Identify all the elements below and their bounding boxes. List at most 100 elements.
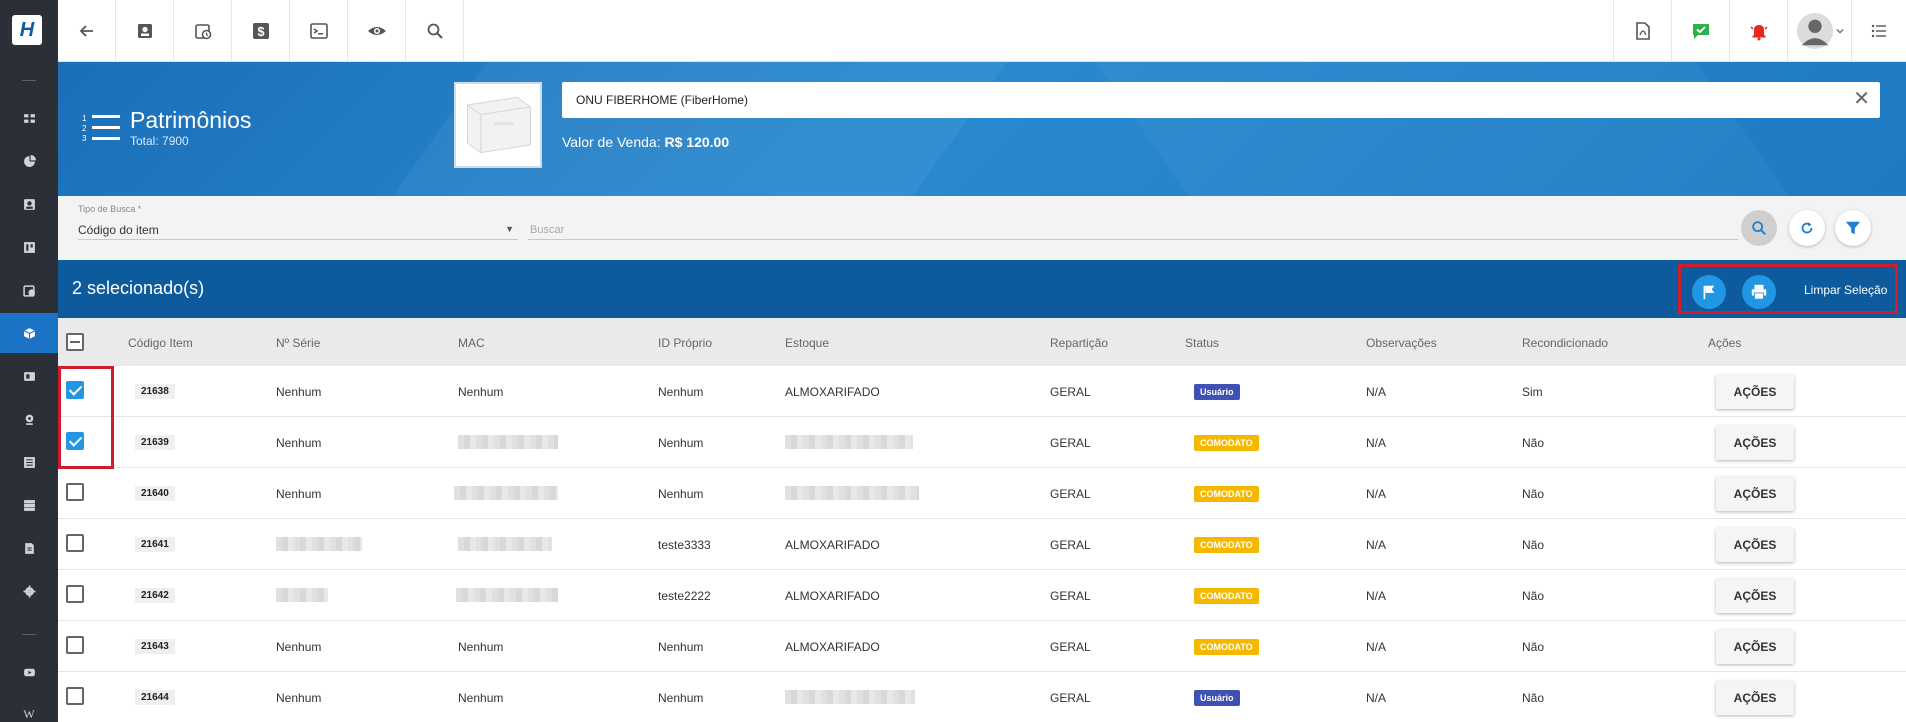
search-submit-button[interactable] — [1741, 210, 1777, 246]
contacts-button[interactable] — [116, 0, 174, 62]
product-name: ONU FIBERHOME (FiberHome) — [576, 93, 749, 107]
sidebar-item-wiki[interactable]: W — [0, 694, 58, 722]
clear-selection-button[interactable]: Limpar Seleção — [1804, 283, 1887, 297]
reconditioned: Não — [1522, 640, 1545, 654]
row-checkbox[interactable] — [66, 432, 84, 450]
search-button[interactable] — [406, 0, 464, 62]
sidebar-item-cards[interactable] — [0, 356, 58, 396]
column-header[interactable]: Código Item — [128, 336, 193, 350]
table-row[interactable]: 21642 teste2222 ALMOXARIFADO GERAL COMOD… — [58, 570, 1906, 621]
own-id: Nenhum — [658, 691, 704, 705]
sidebar-item-videos[interactable] — [0, 652, 58, 692]
column-header[interactable]: ID Próprio — [658, 336, 712, 350]
refresh-button[interactable] — [1789, 210, 1825, 246]
row-checkbox[interactable] — [66, 534, 84, 552]
search-type-select[interactable]: Código do item ▼ — [78, 218, 518, 240]
row-checkbox[interactable] — [66, 381, 84, 399]
actions-button[interactable]: AÇÕES — [1716, 426, 1794, 460]
mac-address: Nenhum — [458, 385, 504, 399]
reconditioned: Sim — [1522, 385, 1543, 399]
print-button[interactable] — [1742, 275, 1776, 309]
actions-button[interactable]: AÇÕES — [1716, 528, 1794, 562]
status-badge: Usuário — [1194, 384, 1240, 400]
column-header[interactable]: Status — [1185, 336, 1219, 350]
row-checkbox[interactable] — [66, 636, 84, 654]
select-all-checkbox[interactable] — [66, 333, 84, 351]
user-menu[interactable] — [1787, 0, 1851, 62]
sidebar: H W — [0, 0, 58, 722]
chevron-down-icon — [1835, 28, 1844, 34]
actions-button[interactable]: AÇÕES — [1716, 375, 1794, 409]
item-code: 21638 — [135, 384, 175, 399]
schedule-button[interactable] — [174, 0, 232, 62]
close-icon[interactable]: ✕ — [1853, 89, 1870, 109]
table-row[interactable]: 21638 Nenhum Nenhum Nenhum ALMOXARIFADO … — [58, 366, 1906, 417]
column-header[interactable]: Repartição — [1050, 336, 1108, 350]
filter-button[interactable] — [1835, 210, 1871, 246]
item-code: 21641 — [135, 537, 175, 552]
own-id: teste3333 — [658, 538, 711, 552]
column-header[interactable]: MAC — [458, 336, 485, 350]
actions-button[interactable]: AÇÕES — [1716, 681, 1794, 715]
messages-button[interactable] — [1671, 0, 1729, 62]
department: GERAL — [1050, 487, 1091, 501]
reconditioned: Não — [1522, 487, 1545, 501]
back-button[interactable] — [58, 0, 116, 62]
sidebar-item-board[interactable] — [0, 227, 58, 267]
actions-button[interactable]: AÇÕES — [1716, 477, 1794, 511]
status-badge: Usuário — [1194, 690, 1240, 706]
table-row[interactable]: 21641 teste3333 ALMOXARIFADO GERAL COMOD… — [58, 519, 1906, 570]
sidebar-divider — [22, 634, 36, 635]
row-checkbox[interactable] — [66, 483, 84, 501]
actions-button[interactable]: AÇÕES — [1716, 630, 1794, 664]
box-icon — [23, 327, 35, 339]
table-row[interactable]: 21640 Nenhum Nenhum GERAL COMODATO N/A N… — [58, 468, 1906, 519]
department: GERAL — [1050, 538, 1091, 552]
view-button[interactable] — [348, 0, 406, 62]
row-checkbox[interactable] — [66, 585, 84, 603]
menu-button[interactable] — [1851, 0, 1906, 62]
table-row[interactable]: 21639 Nenhum Nenhum GERAL COMODATO N/A N… — [58, 417, 1906, 468]
onu-device-image — [456, 84, 540, 166]
app-logo[interactable]: H — [12, 15, 42, 45]
table-row[interactable]: 21643 Nenhum Nenhum Nenhum ALMOXARIFADO … — [58, 621, 1906, 672]
status-badge: COMODATO — [1194, 639, 1259, 655]
flag-button[interactable] — [1692, 275, 1726, 309]
sidebar-item-locations[interactable] — [0, 399, 58, 439]
sidebar-item-schedule[interactable] — [0, 270, 58, 310]
table-row[interactable]: 21644 Nenhum Nenhum Nenhum GERAL Usuário… — [58, 672, 1906, 722]
sidebar-item-reports[interactable] — [0, 141, 58, 181]
sidebar-item-dashboard[interactable] — [0, 98, 58, 138]
redacted-serial — [276, 588, 328, 602]
server-icon — [23, 499, 35, 511]
pdf-icon — [1635, 22, 1650, 40]
row-checkbox[interactable] — [66, 687, 84, 705]
sidebar-item-documents[interactable] — [0, 528, 58, 568]
sidebar-item-contacts[interactable] — [0, 184, 58, 224]
sidebar-item-patrimonios[interactable] — [0, 313, 58, 353]
sidebar-item-list[interactable] — [0, 442, 58, 482]
contact-icon — [23, 198, 35, 210]
column-header[interactable]: Nº Série — [276, 336, 320, 350]
list-menu-icon — [1871, 24, 1886, 38]
numbered-list-icon: 1 2 3 — [82, 114, 120, 143]
column-header[interactable]: Observações — [1366, 336, 1437, 350]
actions-button[interactable]: AÇÕES — [1716, 579, 1794, 613]
selected-product-field[interactable]: ONU FIBERHOME (FiberHome) ✕ — [562, 82, 1880, 118]
redacted-stock — [785, 690, 915, 704]
sidebar-item-settings[interactable] — [0, 571, 58, 611]
sidebar-item-servers[interactable] — [0, 485, 58, 525]
total-count: Total: 7900 — [130, 134, 189, 148]
column-header[interactable]: Recondicionado — [1522, 336, 1608, 350]
schedule-icon — [22, 284, 35, 297]
search-input[interactable]: Buscar — [528, 218, 1738, 240]
pdf-button[interactable] — [1613, 0, 1671, 62]
observations: N/A — [1366, 538, 1387, 552]
column-header[interactable]: Estoque — [785, 336, 829, 350]
column-header[interactable]: Ações — [1708, 336, 1741, 350]
contact-icon — [137, 24, 152, 38]
selection-actions: Limpar Seleção — [1678, 264, 1898, 314]
terminal-button[interactable] — [290, 0, 348, 62]
finance-button[interactable]: $ — [232, 0, 290, 62]
alerts-button[interactable] — [1729, 0, 1787, 62]
